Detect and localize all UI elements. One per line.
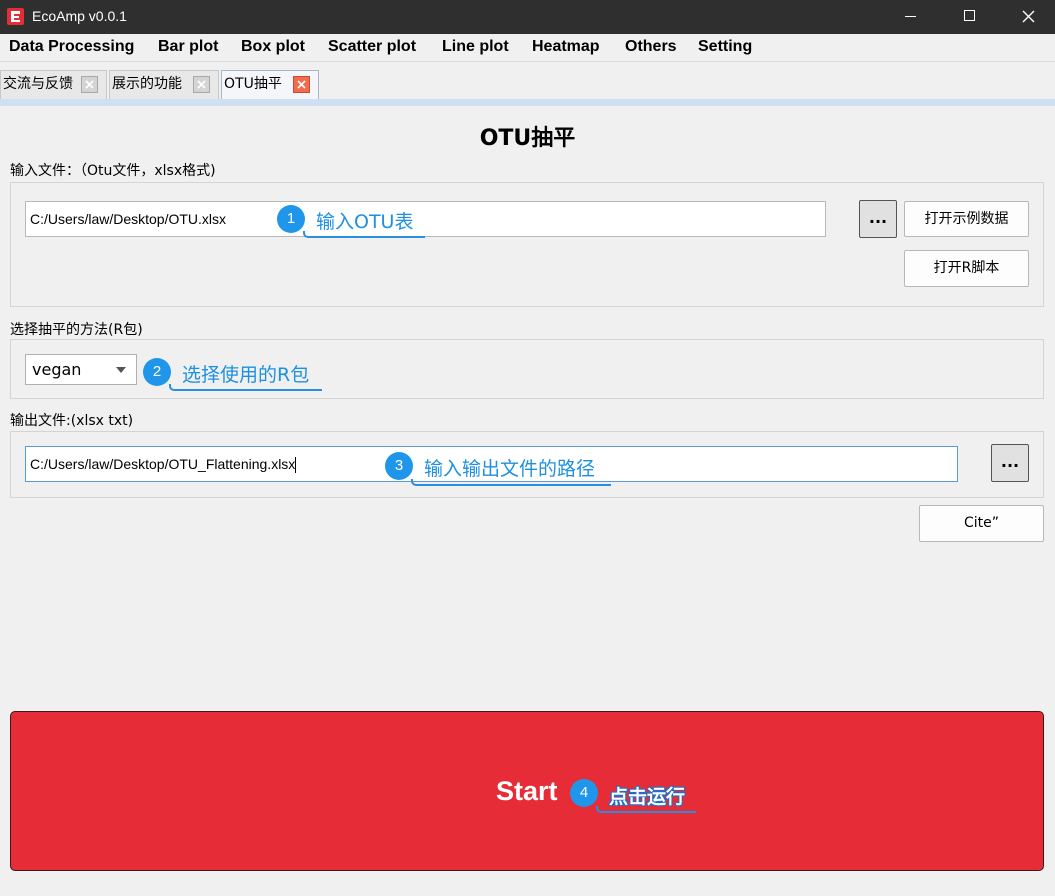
tab-label: OTU抽平 [224, 76, 282, 92]
tab-close-button[interactable] [81, 76, 98, 93]
close-icon [197, 80, 206, 89]
annotation-badge-3: 3 [385, 452, 413, 480]
tab-close-button[interactable] [193, 76, 210, 93]
menu-heatmap[interactable]: Heatmap [532, 38, 600, 56]
cite-button[interactable]: Cite” [919, 505, 1044, 542]
title-bar: EcoAmp v0.0.1 [0, 0, 1055, 34]
tab-label: 交流与反馈 [3, 76, 73, 92]
menu-bar: Data Processing Bar plot Box plot Scatte… [0, 34, 1055, 62]
annotation-text-2: 选择使用的R包 [182, 364, 310, 386]
method-select[interactable]: vegan [25, 354, 137, 385]
method-label: 选择抽平的方法(R包) [10, 322, 143, 338]
minimize-button[interactable] [886, 0, 936, 34]
menu-setting[interactable]: Setting [698, 38, 752, 56]
menu-scatter-plot[interactable]: Scatter plot [328, 38, 416, 56]
maximize-icon [964, 10, 975, 21]
chevron-down-icon [116, 367, 126, 373]
tab-features[interactable]: 展示的功能 [109, 70, 219, 99]
app-logo-icon [7, 8, 24, 25]
close-button[interactable] [1004, 0, 1054, 34]
menu-line-plot[interactable]: Line plot [442, 38, 509, 56]
tab-close-button[interactable] [293, 76, 310, 93]
tab-label: 展示的功能 [112, 76, 182, 92]
output-file-label: 输出文件:(xlsx txt) [10, 413, 134, 429]
annotation-badge-4: 4 [570, 779, 598, 807]
tab-feedback[interactable]: 交流与反馈 [0, 70, 107, 99]
start-button-label: Start [496, 776, 558, 806]
tab-content-strip [0, 99, 1055, 106]
output-browse-button[interactable]: ... [991, 444, 1029, 482]
output-file-path-value: C:/Users/law/Desktop/OTU_Flattening.xlsx [30, 456, 296, 472]
minimize-icon [905, 16, 916, 17]
input-file-path[interactable]: C:/Users/law/Desktop/OTU.xlsx [25, 201, 826, 237]
maximize-button[interactable] [945, 0, 995, 34]
menu-data-processing[interactable]: Data Processing [9, 38, 134, 56]
annotation-text-1: 输入OTU表 [316, 211, 414, 233]
method-select-value: vegan [32, 360, 82, 379]
annotation-text-4: 点击运行 [609, 786, 686, 808]
menu-box-plot[interactable]: Box plot [241, 38, 305, 56]
input-file-label: 输入文件：（Otu文件，xlsx格式) [10, 163, 216, 179]
close-icon [85, 80, 94, 89]
open-r-script-button[interactable]: 打开R脚本 [904, 250, 1029, 287]
window-title: EcoAmp v0.0.1 [32, 8, 127, 24]
tab-otu-rarefy[interactable]: OTU抽平 [221, 70, 319, 99]
annotation-badge-2: 2 [143, 358, 171, 386]
page-title: OTU抽平 [479, 126, 576, 151]
menu-bar-plot[interactable]: Bar plot [158, 38, 218, 56]
text-caret [295, 457, 297, 474]
close-icon [297, 80, 306, 89]
tab-bar: 交流与反馈 展示的功能 OTU抽平 [0, 63, 1055, 99]
annotation-badge-1: 1 [277, 205, 305, 233]
menu-others[interactable]: Others [625, 38, 677, 56]
open-example-data-button[interactable]: 打开示例数据 [904, 201, 1029, 237]
close-icon [1022, 10, 1035, 23]
annotation-text-3: 输入输出文件的路径 [424, 458, 596, 480]
input-browse-button[interactable]: ... [859, 200, 897, 238]
